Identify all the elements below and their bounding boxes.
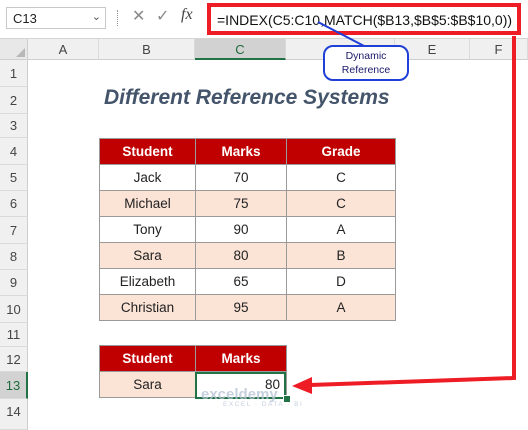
callout-line-2: Reference [341,64,391,76]
annotation-arrow [292,21,516,394]
callout-pointer [317,21,367,48]
dynamic-reference-callout: Dynamic Reference [323,45,409,81]
watermark-tagline: EXCEL · DATA · BI [223,401,304,408]
exceldemy-watermark: exceldemy EXCEL · DATA · BI [201,386,303,408]
callout-line-1: Dynamic [345,50,387,62]
arrow-line [309,36,516,387]
